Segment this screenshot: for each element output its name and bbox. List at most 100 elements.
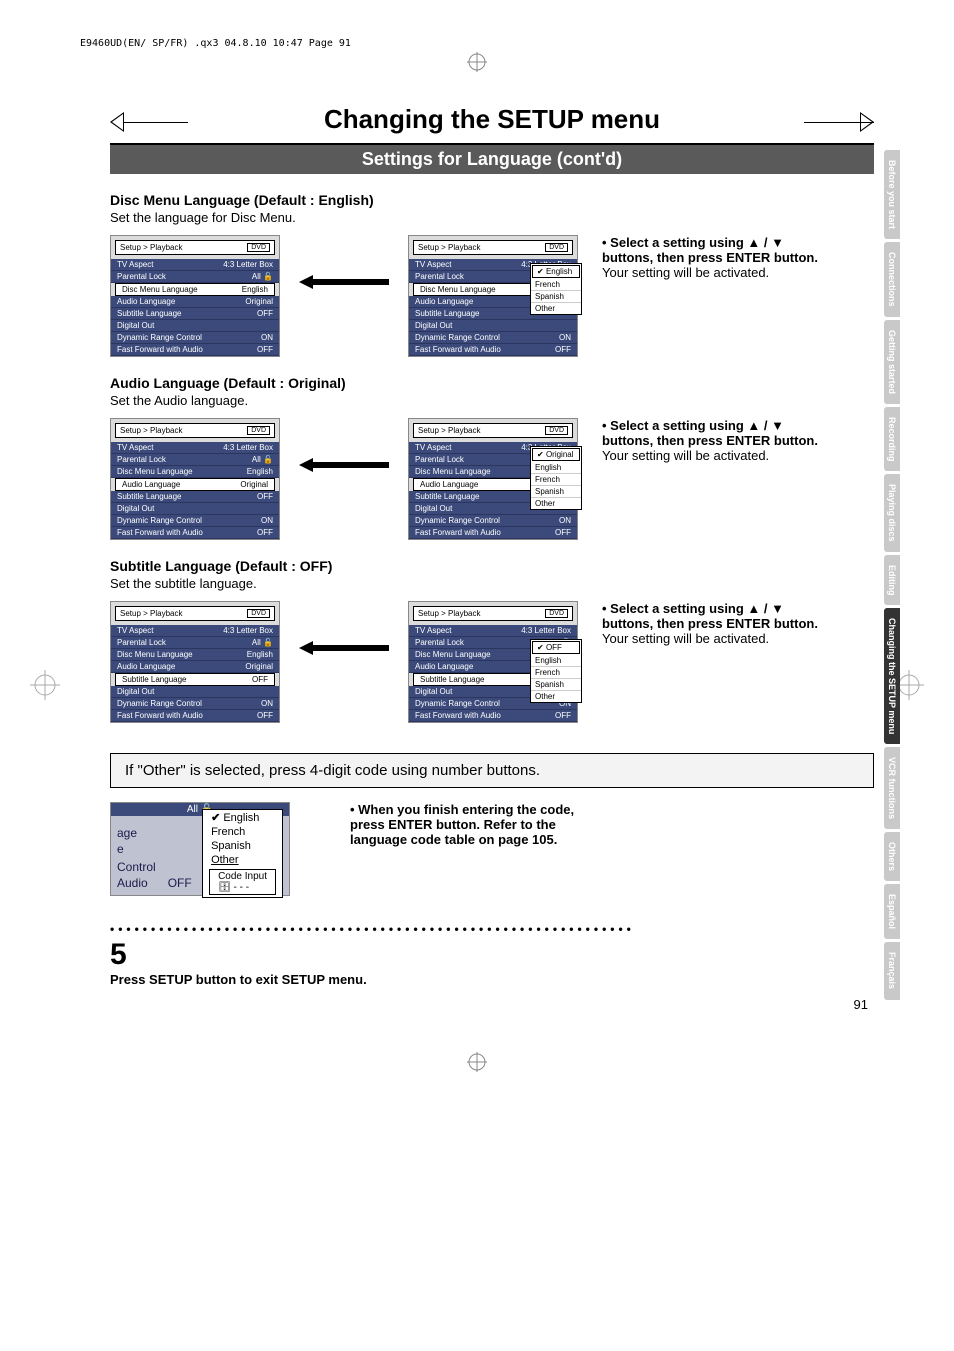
menu-row-value: Original <box>245 662 273 671</box>
options-popup-3: ✔ OFF English French Spanish Other <box>530 639 582 703</box>
menu-row-label: Digital Out <box>117 321 154 330</box>
zoom-options: English French Spanish Other Code Input🗄… <box>202 809 283 898</box>
menu-row-label: TV Aspect <box>415 260 451 269</box>
menu-panel-before-3: Setup > PlaybackDVD TV Aspect4:3 Letter … <box>110 601 280 723</box>
menu-row-value: Original <box>245 297 273 306</box>
section-sub-subtitle: Set the subtitle language. <box>110 576 874 591</box>
menu-row-value: 4:3 Letter Box <box>223 260 273 269</box>
menu-row-label: TV Aspect <box>415 626 451 635</box>
menu-row-value: OFF <box>555 711 571 720</box>
popup-option: OFF <box>546 643 562 652</box>
menu-breadcrumb: Setup > Playback <box>120 609 182 618</box>
menu-row-label: Digital Out <box>117 504 154 513</box>
code-input-instruction-text: • When you finish entering the code, pre… <box>350 802 574 847</box>
menu-row-label: Digital Out <box>117 687 154 696</box>
menu-row-value: ON <box>261 699 273 708</box>
menu-row-label: Disc Menu Language <box>415 467 491 476</box>
popup-option: Other <box>531 498 581 509</box>
menu-row-label: Dynamic Range Control <box>117 516 202 525</box>
menu-row-label: Fast Forward with Audio <box>415 711 501 720</box>
menu-row-value: All 🔓 <box>252 272 273 281</box>
menu-row-value: ON <box>261 516 273 525</box>
tab-espanol[interactable]: Español <box>884 884 900 939</box>
menu-row-label: Subtitle Language <box>117 492 182 501</box>
menu-row-label: Dynamic Range Control <box>415 516 500 525</box>
menu-row-label: Parental Lock <box>117 455 166 464</box>
arrow-left-icon <box>294 418 394 472</box>
dvd-badge: DVD <box>545 609 568 618</box>
popup-option: English <box>546 267 572 276</box>
tab-recording[interactable]: Recording <box>884 407 900 472</box>
tab-changing-setup[interactable]: Changing the SETUP menu <box>884 608 900 744</box>
menu-row-value: OFF <box>257 528 273 537</box>
section-heading-audio: Audio Language (Default : Original) <box>110 375 874 391</box>
popup-option: English <box>531 462 581 474</box>
tab-before-you-start[interactable]: Before you start <box>884 150 900 239</box>
menu-panel-before-1: Setup > PlaybackDVD TV Aspect4:3 Letter … <box>110 235 280 357</box>
print-header: E9460UD(EN/ SP/FR) .qx3 04.8.10 10:47 Pa… <box>80 38 351 49</box>
menu-row-value: OFF <box>555 528 571 537</box>
popup-option: Other <box>531 691 581 702</box>
menu-row-label: Fast Forward with Audio <box>415 528 501 537</box>
instruction-text: Your setting will be activated. <box>602 448 769 463</box>
menu-row-value: OFF <box>555 345 571 354</box>
chevron-right-icon <box>860 112 874 132</box>
zoom-option: English <box>203 810 282 825</box>
menu-row-label: Digital Out <box>415 687 452 696</box>
menu-row-value: ON <box>559 333 571 342</box>
menu-row-value: Original <box>240 480 268 489</box>
tab-editing[interactable]: Editing <box>884 555 900 606</box>
menu-row-label: TV Aspect <box>117 260 153 269</box>
popup-option: French <box>531 667 581 679</box>
page-number: 91 <box>110 997 874 1012</box>
menu-row-value: English <box>247 467 273 476</box>
tab-francais[interactable]: Français <box>884 942 900 999</box>
menu-row-label: TV Aspect <box>415 443 451 452</box>
popup-option: Spanish <box>531 291 581 303</box>
menu-row-label: Audio Language <box>122 480 180 489</box>
zoom-left-label: Audio <box>117 876 148 890</box>
menu-row-label: TV Aspect <box>117 443 153 452</box>
menu-row-value: OFF <box>252 675 268 684</box>
menu-row-label: Subtitle Language <box>122 675 187 684</box>
popup-option: English <box>531 655 581 667</box>
menu-row-label: Subtitle Language <box>420 675 485 684</box>
menu-row-value: All 🔓 <box>252 455 273 464</box>
popup-option: Other <box>531 303 581 314</box>
menu-breadcrumb: Setup > Playback <box>418 609 480 618</box>
dvd-badge: DVD <box>545 243 568 252</box>
dotted-divider: ••••••••••••••••••••••••••••••••••••••••… <box>110 922 874 936</box>
tab-vcr-functions[interactable]: VCR functions <box>884 747 900 829</box>
menu-row-label: Disc Menu Language <box>117 650 193 659</box>
section-sub-audio: Set the Audio language. <box>110 393 874 408</box>
tab-getting-started[interactable]: Getting started <box>884 320 900 404</box>
menu-row-label: Fast Forward with Audio <box>117 711 203 720</box>
menu-row-value: OFF <box>257 345 273 354</box>
dvd-badge: DVD <box>247 609 270 618</box>
menu-row-value: 4:3 Letter Box <box>521 626 571 635</box>
menu-row-value: ON <box>261 333 273 342</box>
menu-row-label: Subtitle Language <box>415 492 480 501</box>
menu-row-label: Disc Menu Language <box>122 285 198 294</box>
instruction-bold: • Select a setting using ▲ / ▼ buttons, … <box>602 235 818 265</box>
tab-playing-discs[interactable]: Playing discs <box>884 474 900 552</box>
tab-connections[interactable]: Connections <box>884 242 900 317</box>
menu-row-value: OFF <box>257 309 273 318</box>
arrow-left-icon <box>294 601 394 655</box>
zoom-option: French <box>203 825 282 839</box>
menu-row-label: Digital Out <box>415 504 452 513</box>
menu-row-label: Dynamic Range Control <box>117 699 202 708</box>
step-5-text: Press SETUP button to exit SETUP menu. <box>110 972 874 987</box>
menu-row-value: OFF <box>257 711 273 720</box>
crop-mark-left <box>30 670 60 700</box>
menu-row-label: Digital Out <box>415 321 452 330</box>
menu-row-value: 4:3 Letter Box <box>223 626 273 635</box>
page-title: Changing the SETUP menu <box>110 100 874 143</box>
options-popup-2: ✔ Original English French Spanish Other <box>530 446 582 510</box>
menu-row-label: Subtitle Language <box>415 309 480 318</box>
menu-row-label: Disc Menu Language <box>117 467 193 476</box>
menu-row-label: Audio Language <box>415 297 473 306</box>
arrow-left-icon <box>294 235 394 289</box>
dvd-badge: DVD <box>545 426 568 435</box>
tab-others[interactable]: Others <box>884 832 900 881</box>
